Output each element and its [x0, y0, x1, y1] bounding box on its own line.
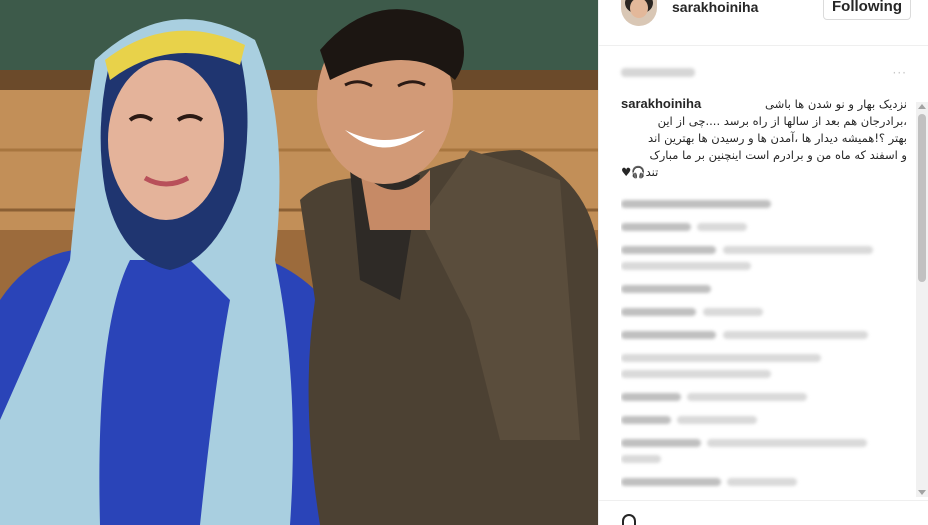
- more-options-icon[interactable]: ···: [893, 66, 907, 80]
- comment-item: [621, 242, 907, 274]
- caption-line: و اسفند که ماه من و برادرم است اینچنین ب…: [649, 148, 907, 162]
- comment-item: [621, 350, 907, 382]
- post-username[interactable]: sarakhoiniha: [672, 0, 758, 14]
- comments-scrollbar[interactable]: [916, 102, 928, 497]
- comments-list: [621, 196, 907, 516]
- post-caption: sarakhoiniha نزدیک بهار و نو شدن ها باشی…: [621, 96, 907, 181]
- caption-line: بهتر ؟!همیشه دیدار ها ،آمدن ها و رسیدن ه…: [648, 131, 907, 145]
- comment-item: [621, 219, 907, 235]
- scroll-down-arrow-icon[interactable]: [918, 490, 926, 495]
- post-header: sarakhoiniha Following: [599, 0, 928, 46]
- scroll-thumb[interactable]: [918, 114, 926, 282]
- comment-item: [621, 435, 907, 467]
- comment-item: [621, 196, 907, 212]
- comment-item: [621, 327, 907, 343]
- heart-icon[interactable]: [622, 514, 636, 525]
- comment-item: [621, 389, 907, 405]
- scroll-up-arrow-icon[interactable]: [918, 104, 926, 109]
- photo-illustration: [0, 0, 598, 525]
- likes-count-blurred: [621, 68, 695, 77]
- comment-item: [621, 304, 907, 320]
- caption-line: تند🎧♥: [621, 165, 659, 179]
- comment-item: [621, 412, 907, 428]
- likes-row: ···: [621, 64, 911, 82]
- caption-line: ،برادرجان هم بعد از سالها از راه برسد ..…: [657, 114, 907, 128]
- profile-avatar[interactable]: [621, 0, 657, 26]
- avatar-face: [630, 0, 648, 18]
- comment-item: [621, 281, 907, 297]
- following-button[interactable]: Following: [823, 0, 911, 20]
- comment-item: [621, 474, 907, 490]
- post-side-panel: sarakhoiniha Following ··· sarakhoiniha …: [598, 0, 928, 525]
- action-bar-divider: [598, 500, 928, 501]
- post-photo: [0, 0, 598, 525]
